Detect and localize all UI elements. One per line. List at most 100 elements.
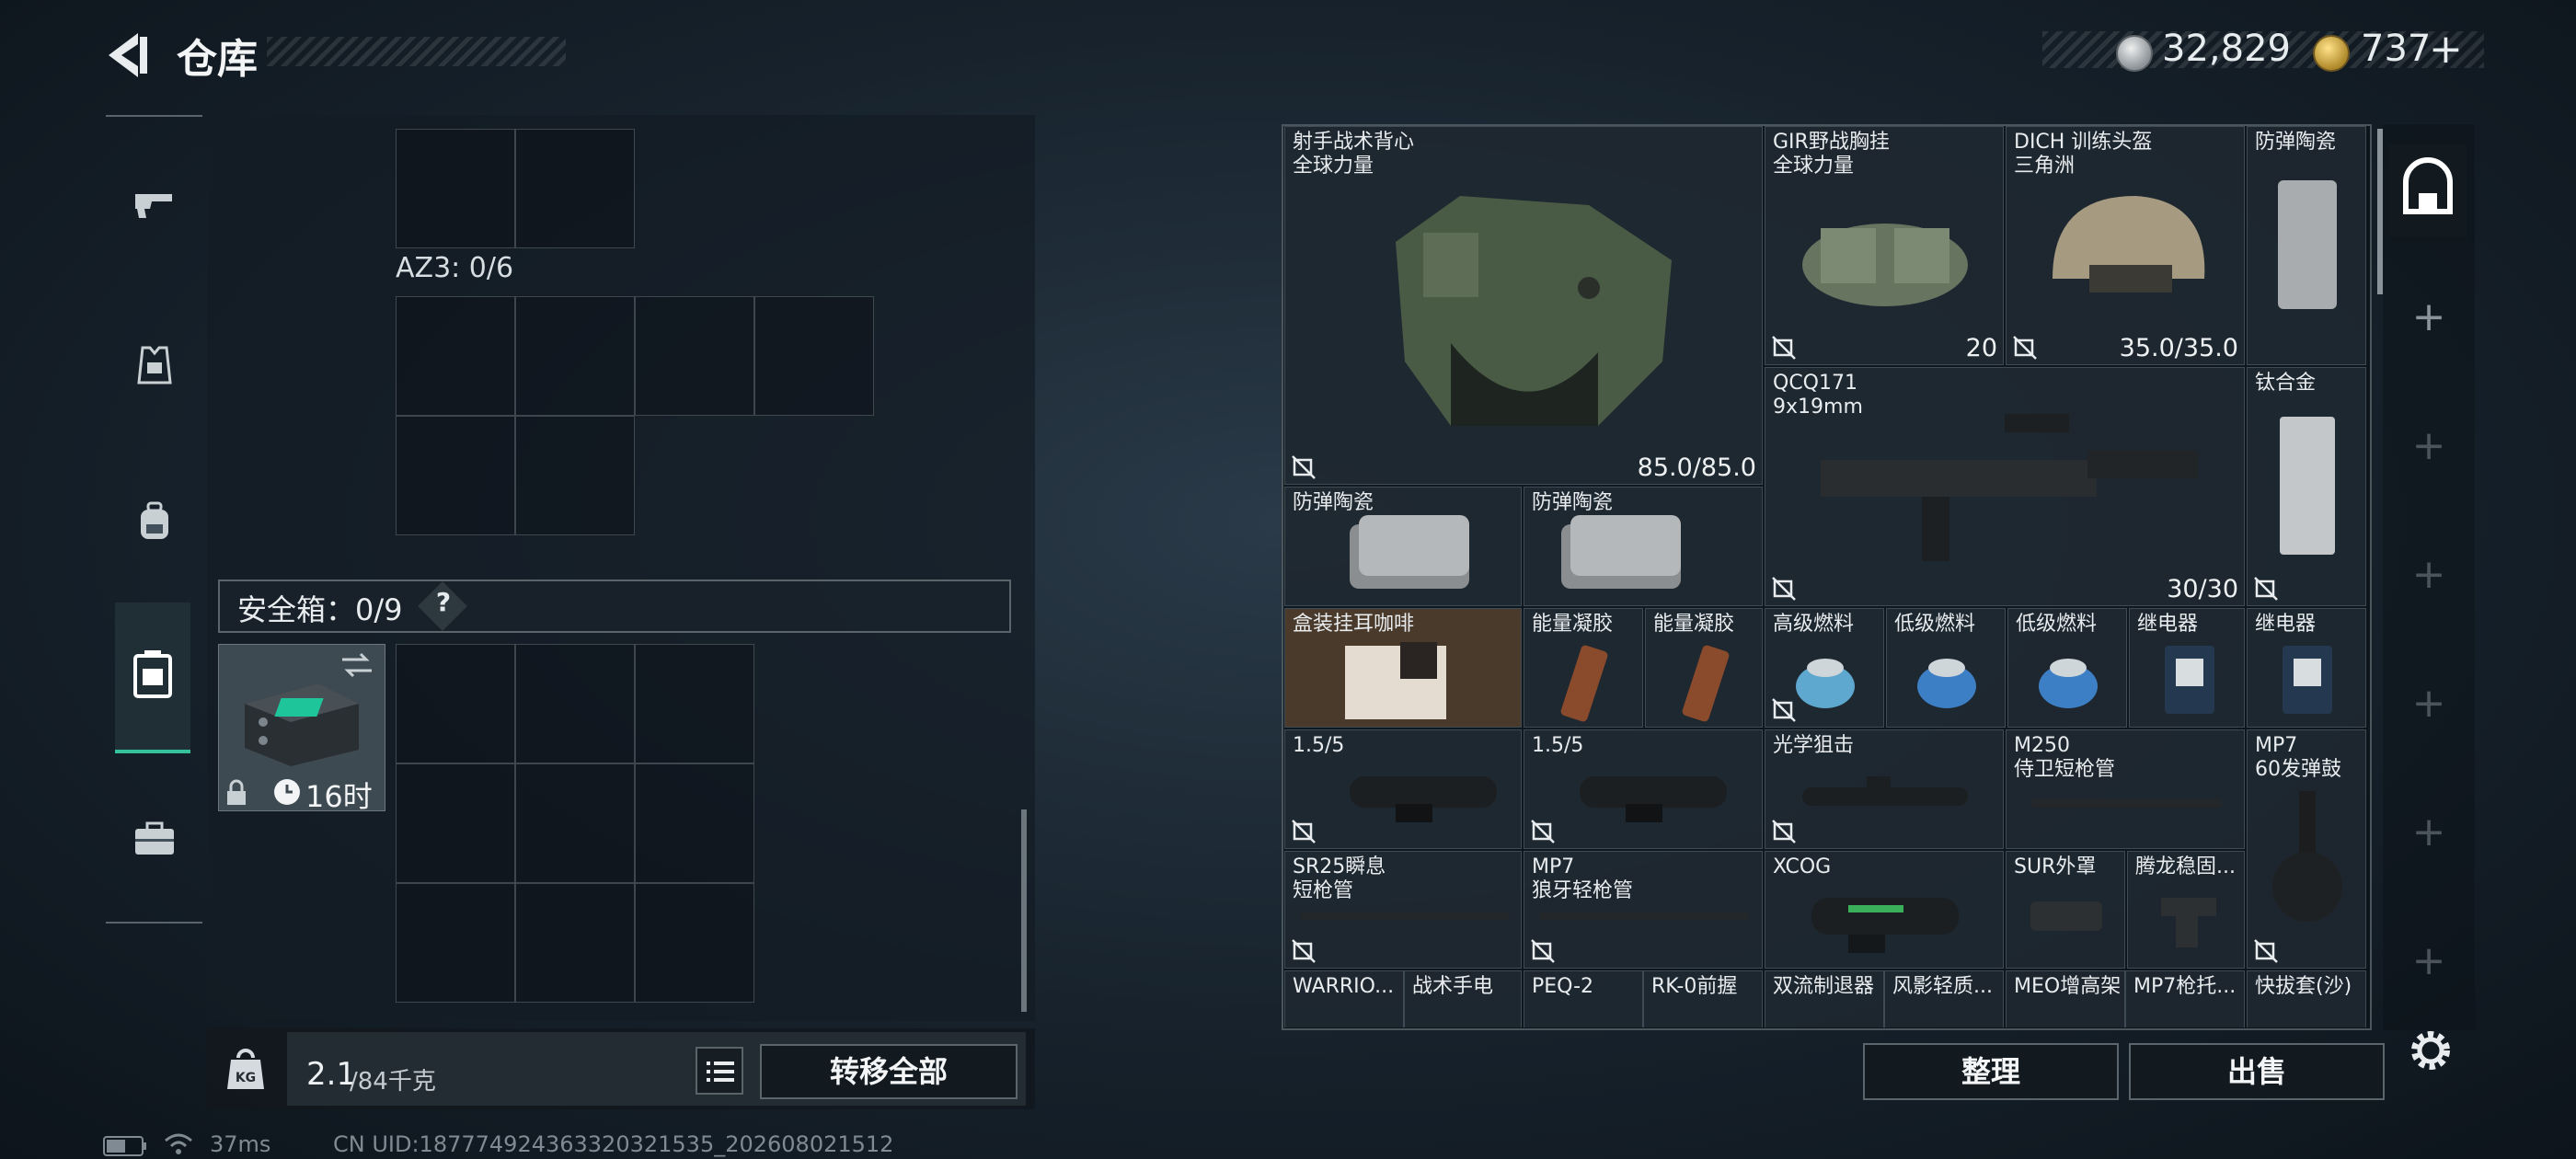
stash-item-fuel[interactable]: 高级燃料 [1765, 608, 1884, 728]
no-insure-icon [2013, 336, 2037, 360]
stash-page-icon[interactable] [2389, 145, 2467, 237]
grid-slot[interactable] [635, 883, 754, 1003]
stash-item-drum-mag[interactable]: MP7 60发弹鼓 [2247, 729, 2366, 969]
weight-current: 2.1 [306, 1056, 357, 1093]
stash-item-stock[interactable]: 风影轻质... [1884, 970, 2004, 1027]
stash-item-barrel[interactable]: SR25瞬息 短枪管 [1284, 851, 1522, 969]
gold-amount[interactable]: 737 [2361, 28, 2431, 70]
stash-item-handguard[interactable]: SUR外罩 [2006, 851, 2125, 969]
add-stash-page-button[interactable]: + [2410, 426, 2447, 466]
item-name: 光学狙击 [1773, 734, 1855, 757]
sort-button[interactable]: 整理 [1863, 1043, 2119, 1100]
swap-icon[interactable] [339, 650, 375, 680]
gear-icon[interactable] [2405, 1025, 2456, 1076]
back-arrow-icon[interactable] [101, 26, 160, 85]
stash-item-fuel[interactable]: 低级燃料 [1886, 608, 2006, 728]
stash-item-smg[interactable]: QCQ171 9x19mm 30/30 [1765, 367, 2245, 606]
item-name: 能量凝胶 [1532, 613, 1614, 636]
helmet-image [2053, 196, 2205, 293]
stash-item-scope[interactable]: 1.5/5 [1524, 729, 1763, 849]
no-insure-icon [2254, 939, 2278, 963]
add-gold-button[interactable]: + [2429, 26, 2463, 73]
stash-item-titanium[interactable]: 钛合金 [2247, 367, 2366, 606]
coffee-box-image [1345, 642, 1446, 719]
vest-icon[interactable] [132, 342, 178, 388]
stash-item-scope[interactable]: 1.5/5 [1284, 729, 1522, 849]
transfer-all-button[interactable]: 转移全部 [760, 1044, 1018, 1099]
stash-item-barrel[interactable]: MP7 狼牙轻枪管 [1524, 851, 1763, 969]
grid-slot[interactable] [515, 883, 635, 1003]
grid-slot[interactable] [396, 416, 515, 535]
stash-item-fuel[interactable]: 低级燃料 [2007, 608, 2127, 728]
backpack-icon[interactable] [132, 499, 178, 545]
stash-item-laser[interactable]: PEQ-2 [1524, 970, 1643, 1027]
stash-item-barrel[interactable]: M250 侍卫短枪管 [2006, 729, 2245, 849]
sell-button[interactable]: 出售 [2129, 1043, 2385, 1100]
add-stash-page-button[interactable]: + [2410, 683, 2447, 724]
stash-item-coffee[interactable]: 盒装挂耳咖啡 [1284, 608, 1522, 728]
grid-slot[interactable] [515, 644, 635, 763]
sniper-scope-image [1802, 776, 1968, 806]
grid-slot[interactable] [515, 763, 635, 883]
wifi-icon [165, 1133, 192, 1154]
item-name: 能量凝胶 [1653, 613, 1735, 636]
stash-item-helmet[interactable]: DICH 训练头盔 三角洲 35.0/35.0 [2006, 126, 2245, 365]
item-name: SR25瞬息 短枪管 [1293, 855, 1386, 902]
az3-capacity-label: AZ3: 0/6 [396, 252, 514, 284]
add-stash-page-button[interactable]: + [2410, 555, 2447, 595]
stash-item-foregrip[interactable]: RK-0前握 [1643, 970, 1763, 1027]
container-scrollbar[interactable] [1021, 809, 1027, 1012]
chest-rig-image [1802, 224, 1968, 306]
stash-item-plate[interactable]: 防弹陶瓷 [1284, 487, 1522, 606]
battery-icon [103, 1136, 146, 1156]
stash-item-mag-pouch[interactable]: 快拔套(沙) [2247, 970, 2366, 1027]
stash-item-mount[interactable]: MEO增高架 [2006, 970, 2125, 1027]
item-name: MEO增高架 [2014, 975, 2122, 998]
stash-item-plate[interactable]: 防弹陶瓷 [2247, 126, 2366, 365]
grid-slot[interactable] [515, 416, 635, 535]
sidebar-item-safebox[interactable] [115, 602, 190, 753]
grid-slot[interactable] [396, 296, 515, 416]
stash-item-chest-rig[interactable]: GIR野战胸挂 全球力量 20 [1765, 126, 2004, 365]
no-insure-icon [1531, 939, 1555, 963]
grid-slot[interactable] [396, 129, 515, 248]
grid-slot[interactable] [635, 763, 754, 883]
stash-item-flashlight[interactable]: 战术手电 [1404, 970, 1522, 1027]
grid-slot[interactable] [396, 644, 515, 763]
case-icon[interactable] [132, 816, 178, 862]
help-icon-mark: ? [435, 587, 452, 617]
stash-item-xcog[interactable]: XCOG [1765, 851, 2004, 969]
grid-slot[interactable] [396, 883, 515, 1003]
stash-item-energy-gel[interactable]: 能量凝胶 [1645, 608, 1763, 728]
grid-slot[interactable] [635, 296, 754, 416]
vest-image [1396, 196, 1672, 426]
stash-item-muzzle[interactable]: 双流制退器 [1765, 970, 1884, 1027]
stash-item-grip[interactable]: 腾龙稳固... [2127, 851, 2245, 969]
drum-magazine-image [2272, 791, 2342, 922]
stash-item-relay[interactable]: 继电器 [2129, 608, 2245, 728]
grid-slot[interactable] [396, 763, 515, 883]
lock-icon [227, 779, 246, 805]
add-stash-page-button[interactable]: + [2410, 941, 2447, 981]
stash-item-relay[interactable]: 继电器 [2247, 608, 2366, 728]
safebox-item[interactable]: 16时 [218, 644, 385, 814]
handguard-image [2030, 901, 2102, 931]
stash-item-optic[interactable]: 光学狙击 [1765, 729, 2004, 849]
stash-item-plate[interactable]: 防弹陶瓷 [1524, 487, 1763, 606]
add-stash-page-button[interactable]: + [2410, 297, 2447, 338]
grid-slot[interactable] [754, 296, 874, 416]
scope-image [1580, 776, 1727, 822]
stash-item-attachment[interactable]: WARRIO... [1284, 970, 1404, 1027]
item-name: 风影轻质... [1892, 975, 1993, 998]
stash-item-energy-gel[interactable]: 能量凝胶 [1524, 608, 1643, 728]
stash-item-vest[interactable]: 射手战术背心 全球力量 85.0/85.0 [1284, 126, 1763, 485]
list-view-button[interactable] [696, 1047, 743, 1095]
silver-amount: 32,829 [2162, 28, 2291, 70]
add-stash-page-button[interactable]: + [2410, 812, 2447, 853]
pistol-icon[interactable] [132, 181, 178, 227]
item-name: 钛合金 [2255, 372, 2317, 395]
grid-slot[interactable] [515, 129, 635, 248]
grid-slot[interactable] [515, 296, 635, 416]
grid-slot[interactable] [635, 644, 754, 763]
stash-item-stock[interactable]: MP7枪托... [2125, 970, 2245, 1027]
